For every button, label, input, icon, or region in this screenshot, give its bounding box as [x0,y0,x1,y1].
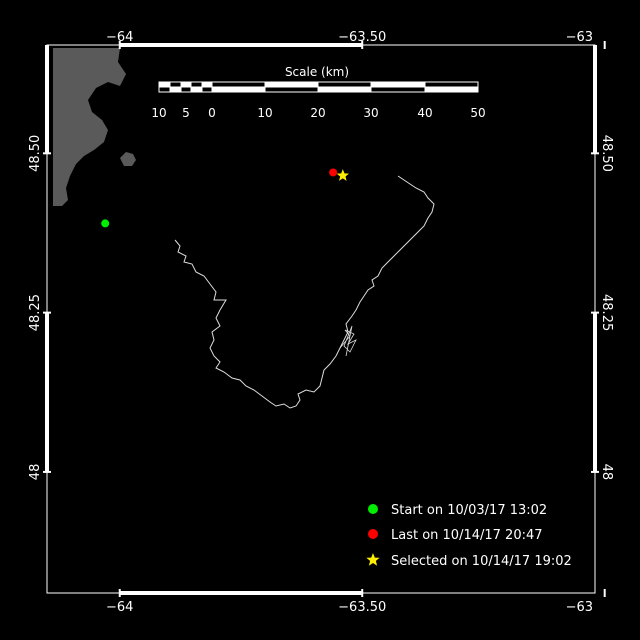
frame-bar-left [45,312,49,472]
right-tick-label: 48 [599,464,614,481]
left-tick-label: 48 [28,464,43,481]
drift-track-map: −64 −63.50 −63 −64 −63.50 −63 48.50 48.25 48 4… [0,0,640,640]
bottom-tick-label: −63 [566,600,593,615]
scale-label-5: 5 [182,106,190,120]
frame-bar-left [45,45,49,154]
last-point-marker [329,168,338,177]
scale-label-30: 30 [363,106,378,120]
top-tick-label: −64 [106,30,133,45]
frame-bar-right [593,45,597,154]
scale-label-0: 0 [208,106,216,120]
scale-label-10-left: 10 [151,106,166,120]
left-tick-label: 48.25 [28,294,43,331]
top-tick-label: −63.50 [338,30,386,45]
legend-start-text: Start on 10/03/17 13:02 [391,503,547,518]
legend-selected-text: Selected on 10/14/17 19:02 [391,554,572,569]
map-background [0,0,640,640]
left-tick-label: 48.50 [28,135,43,172]
top-tick-label: −63 [566,30,593,45]
legend-last-text: Last on 10/14/17 20:47 [391,528,543,543]
scale-label-50: 50 [470,106,485,120]
legend: Start on 10/03/17 13:02 Last on 10/14/17… [366,503,572,569]
start-point-marker [101,219,110,228]
scale-title: Scale (km) [285,65,349,79]
bottom-tick-label: −63.50 [338,600,386,615]
scale-label-40: 40 [417,106,432,120]
right-tick-label: 48.25 [599,294,614,331]
scale-label-20: 20 [310,106,325,120]
frame-bar-top [119,43,363,47]
legend-last-dot [368,529,378,539]
scale-label-10: 10 [257,106,272,120]
legend-start-dot [368,504,378,514]
right-tick-label: 48.50 [599,135,614,172]
frame-bar-bottom [119,591,363,595]
frame-bar-right [593,312,597,472]
bottom-tick-label: −64 [106,600,133,615]
